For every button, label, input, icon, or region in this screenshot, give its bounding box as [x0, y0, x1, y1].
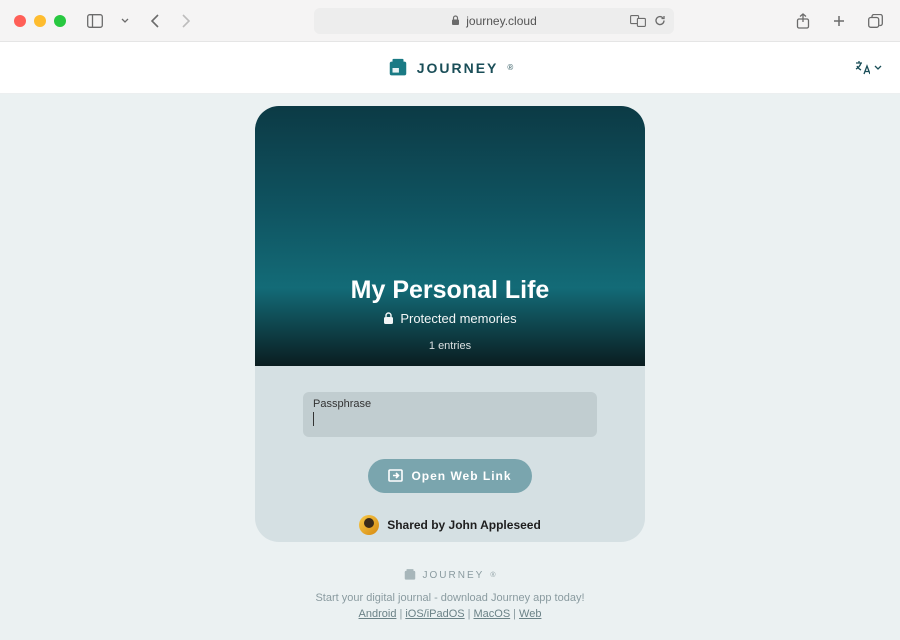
avatar — [359, 515, 379, 535]
minimize-window-button[interactable] — [34, 15, 46, 27]
card-hero: My Personal Life Protected memories 1 en… — [255, 106, 645, 366]
tabs-icon[interactable] — [864, 10, 886, 32]
address-bar[interactable]: journey.cloud — [314, 8, 674, 34]
lock-icon — [383, 312, 394, 325]
share-icon[interactable] — [792, 10, 814, 32]
brand-text: JOURNEY — [417, 60, 499, 76]
link-ios[interactable]: iOS/iPadOS — [405, 608, 464, 620]
close-window-button[interactable] — [14, 15, 26, 27]
passphrase-label: Passphrase — [313, 398, 587, 410]
journal-subtitle: Protected memories — [383, 311, 516, 326]
footer-brand: JOURNEY ® — [315, 568, 584, 582]
chevron-down-icon — [874, 65, 882, 71]
back-button[interactable] — [144, 10, 166, 32]
entries-count: 1 entries — [429, 340, 471, 352]
url-text: journey.cloud — [466, 14, 537, 28]
page-footer: JOURNEY ® Start your digital journal - d… — [315, 568, 584, 640]
share-card: My Personal Life Protected memories 1 en… — [255, 106, 645, 542]
open-icon — [388, 469, 403, 482]
footer-tagline: Start your digital journal - download Jo… — [315, 592, 584, 604]
translate-icon[interactable] — [630, 15, 646, 27]
passphrase-field[interactable]: Passphrase — [303, 392, 597, 437]
language-selector[interactable] — [854, 60, 882, 76]
journey-logo-icon — [403, 568, 417, 582]
page-content: My Personal Life Protected memories 1 en… — [0, 94, 900, 640]
brand-mark: ® — [507, 63, 513, 72]
forward-button[interactable] — [174, 10, 196, 32]
footer-links: Android|iOS/iPadOS|MacOS|Web — [315, 608, 584, 620]
new-tab-icon[interactable] — [828, 10, 850, 32]
reload-icon[interactable] — [654, 14, 666, 27]
link-android[interactable]: Android — [359, 608, 397, 620]
translate-icon — [854, 60, 870, 76]
browser-toolbar: journey.cloud — [0, 0, 900, 42]
sidebar-toggle-icon[interactable] — [84, 10, 106, 32]
journal-title: My Personal Life — [351, 276, 550, 305]
app-header: JOURNEY ® — [0, 42, 900, 94]
link-web[interactable]: Web — [519, 608, 541, 620]
maximize-window-button[interactable] — [54, 15, 66, 27]
open-web-link-button[interactable]: Open Web Link — [368, 459, 531, 493]
window-controls — [14, 15, 66, 27]
link-macos[interactable]: MacOS — [473, 608, 510, 620]
chevron-down-icon[interactable] — [114, 10, 136, 32]
shared-by: Shared by John Appleseed — [359, 515, 541, 535]
brand-logo[interactable]: JOURNEY ® — [387, 57, 514, 79]
journey-logo-icon — [387, 57, 409, 79]
lock-icon — [451, 15, 460, 26]
passphrase-input[interactable] — [313, 412, 587, 426]
card-body: Passphrase Open Web Link Shared by John … — [255, 366, 645, 542]
